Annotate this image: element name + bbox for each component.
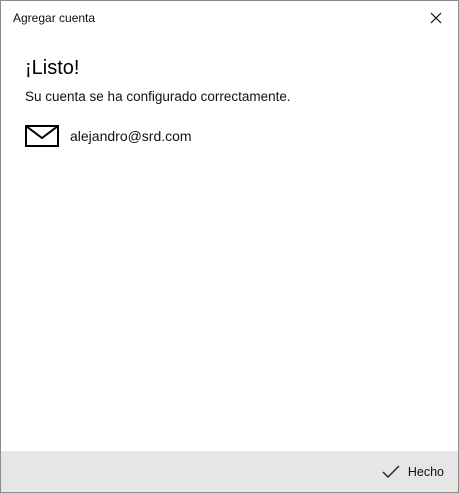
checkmark-icon	[382, 465, 400, 478]
status-message: Su cuenta se ha configurado correctament…	[25, 89, 291, 104]
mail-icon	[25, 125, 59, 147]
close-button[interactable]	[414, 1, 458, 35]
done-button[interactable]: Hecho	[382, 451, 444, 492]
dialog-footer: Hecho	[1, 451, 458, 492]
account-email: alejandro@srd.com	[70, 128, 192, 144]
dialog-content: ¡Listo! Su cuenta se ha configurado corr…	[25, 55, 434, 107]
title-bar: Agregar cuenta	[1, 1, 458, 35]
done-button-label: Hecho	[407, 464, 444, 479]
close-icon	[430, 12, 442, 24]
dialog-window: Agregar cuenta ¡Listo! Su cuenta se ha c…	[0, 0, 459, 493]
window-title: Agregar cuenta	[13, 11, 96, 25]
account-item: alejandro@srd.com	[25, 125, 192, 147]
page-title: ¡Listo!	[25, 57, 80, 79]
